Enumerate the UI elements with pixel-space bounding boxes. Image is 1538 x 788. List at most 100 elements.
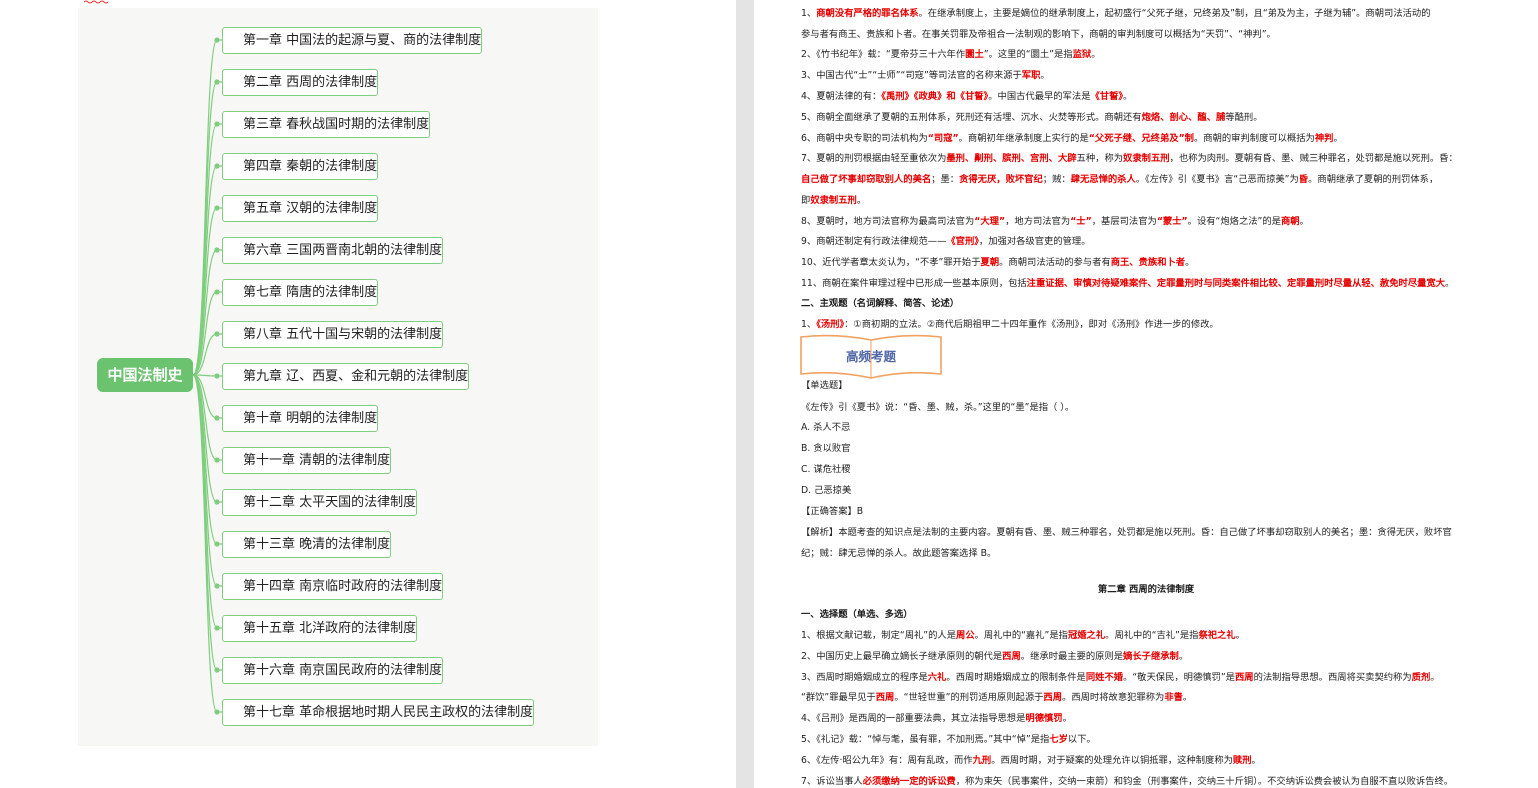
body-text: 。西周时将故意犯罪称为: [1062, 692, 1165, 703]
mindmap-chapter-node[interactable]: 第十三章 晚清的法律制度: [222, 531, 392, 558]
body-text: 。: [1299, 216, 1309, 227]
document-line: A. 杀人不忌: [801, 422, 1501, 434]
body-text: 二、主观题（名词解释、简答、论述）: [801, 298, 960, 309]
mindmap-chapter-node[interactable]: 第三章 春秋战国时期的法律制度: [222, 111, 431, 138]
highlight-text: 商朝没有严格的罪名体系: [816, 8, 919, 19]
body-text: 1、: [801, 319, 817, 330]
body-text: 。: [1178, 651, 1189, 662]
mindmap-chapter-node[interactable]: 第十六章 南京国民政府的法律制度: [222, 657, 444, 684]
document-line: 【解析】本题考查的知识点是法制的主要内容。夏朝有昏、墨、贼三种罪名，处罚都是施以…: [801, 527, 1501, 539]
body-text: 。商朝司法活动的参与者有: [999, 257, 1111, 268]
body-text: 3、中国古代“士”“士师”“司寇”等司法官的名称来源于: [801, 70, 1022, 81]
mindmap-chapter-node[interactable]: 第十七章 革命根据地时期人民民主政权的法律制度: [222, 699, 535, 726]
document-line: 纪；贼：肆无忌惮的杀人。故此题答案选择 B。: [801, 548, 1501, 560]
highlight-text: 西周: [1043, 692, 1063, 703]
mindmap-chapter-node[interactable]: 第七章 隋唐的法律制度: [222, 279, 379, 306]
body-text: ，基层司法官为: [1091, 216, 1157, 227]
document-page: 1、商朝没有严格的罪名体系。在继承制度上，主要是嫡位的继承制度上，起初盛行“父死…: [754, 0, 1538, 788]
body-text: ，地方司法官为: [1005, 216, 1071, 227]
body-text: 7、夏朝的刑罚根据由轻至重依次为: [801, 153, 947, 164]
highlight-text: 神判: [1314, 133, 1334, 144]
mindmap-page: 中国法制史 第一章 中国法的起源与夏、商的法律制度 第二章 西周的法律制度第三章 …: [0, 0, 736, 788]
chapter-2-title: 第二章 西周的法律制度: [1097, 584, 1195, 595]
body-text: 。在继承制度上，主要是嫡位的继承制度上，起初盛行“父死子继，兄终弟及”制，且“弟…: [918, 8, 1431, 19]
body-text: 。: [1040, 70, 1050, 81]
mindmap-connector-dot: [214, 583, 220, 589]
highlight-text: 明德慎罚: [1025, 713, 1063, 724]
highlight-text: 注重证据、审慎对待疑难案件、定罪量刑时与同类案件相比较、定罪量刑时尽量从轻、赦免…: [1026, 278, 1446, 289]
body-text: 1、根据文献记载，制定“周礼”的人是: [801, 630, 957, 641]
body-text: 7、诉讼当事人: [801, 776, 863, 787]
body-text: B. 贪以败官: [801, 443, 851, 454]
mindmap-chapter-node[interactable]: 第六章 三国两晋南北朝的法律制度: [222, 237, 444, 264]
mindmap-connector-dot: [214, 79, 220, 85]
body-text: 。“世轻世重”的刑罚适用原则起源于: [894, 692, 1044, 703]
mindmap-connector-dot: [214, 667, 220, 673]
mindmap-chapter-node[interactable]: 第十一章 清朝的法律制度: [222, 447, 392, 474]
mindmap-chapter-node[interactable]: 第一章 中国法的起源与夏、商的法律制度: [222, 27, 483, 54]
document-line: 7、诉讼当事人必须缴纳一定的诉讼费，称为束矢（民事案件，交纳一束箭）和钧金（刑事…: [801, 776, 1501, 788]
document-line: 5、商朝全面继承了夏朝的五刑体系，死刑还有活埋、沉水、火焚等形式。商朝还有炮烙、…: [801, 112, 1501, 124]
highlight-text: “士”: [1070, 216, 1092, 227]
body-text: 。: [1430, 672, 1440, 683]
mindmap-root-node[interactable]: 中国法制史: [97, 358, 193, 392]
mindmap-chapter-node[interactable]: 第八章 五代十国与宋朝的法律制度: [222, 321, 444, 348]
body-text: A. 杀人不忌: [801, 422, 851, 433]
body-text: 4、夏朝法律的有：: [801, 91, 882, 102]
body-text: 9、商朝还制定有行政法律规范——: [801, 236, 947, 247]
mindmap-chapter-node[interactable]: 第十五章 北洋政府的法律制度: [222, 615, 418, 642]
highlight-text: 军职: [1021, 70, 1041, 81]
body-text: 6、商朝中央专职的司法机构为: [801, 133, 928, 144]
body-text: 。: [1445, 278, 1455, 289]
body-text: 的法制指导思想。西周将买卖契约称为: [1253, 672, 1412, 683]
body-text: ；贼：: [1042, 174, 1071, 185]
document-line: 二、主观题（名词解释、简答、论述）: [801, 298, 1501, 310]
document-line: 9、商朝还制定有行政法律规范——《官刑》，加强对各级官吏的管理。: [801, 236, 1501, 248]
mindmap-connector-dot: [214, 457, 220, 463]
body-text: D. 己恶掠美: [801, 485, 852, 496]
mindmap-connector-dot: [214, 205, 220, 211]
highlight-text: 六礼: [927, 672, 947, 683]
highlight-text: “大理”: [974, 216, 1006, 227]
highlight-text: 周公: [956, 630, 975, 641]
document-line: D. 己恶掠美: [801, 485, 1501, 497]
body-text: 。: [1251, 755, 1261, 766]
body-text: 。: [1333, 133, 1343, 144]
mindmap-connector-dot: [214, 247, 220, 253]
document-line: 【正确答案】B: [801, 506, 1501, 518]
mindmap-connector-dot: [214, 499, 220, 505]
body-text: 5、《礼记》载：“悼与耄，虽有罪，不加刑焉。”其中“悼”是指: [801, 734, 1050, 745]
document-line: 8、夏朝时，地方司法官称为最高司法官为“大理”，地方司法官为“士”，基层司法官为…: [801, 216, 1501, 228]
body-text: 等酷刑。: [1225, 112, 1263, 123]
mindmap-chapter-node[interactable]: 第九章 辽、西夏、金和元朝的法律制度: [222, 363, 470, 390]
mindmap-connector-dot: [214, 289, 220, 295]
body-text: 。“敬天保民，明德慎罚”是: [1123, 672, 1235, 683]
highlight-text: 自己做了坏事却窃取别人的美名: [801, 174, 932, 185]
body-text: 【单选题】: [801, 380, 848, 391]
document-line: 4、夏朝法律的有：《禹刑》《政典》和《甘誓》。中国古代最早的军法是《甘誓》。: [801, 91, 1501, 103]
document-line: 6、《左传·昭公九年》有：周有乱政，而作九刑。西周时期，对于疑案的处理允许以铜抵…: [801, 755, 1501, 767]
highlight-text: 同姓不婚: [1085, 672, 1124, 683]
body-text: 1、: [801, 8, 817, 19]
document-line: 3、中国古代“士”“士师”“司寇”等司法官的名称来源于军职。: [801, 70, 1501, 82]
body-text: 3、西周时期婚姻成立的程序是: [801, 672, 928, 683]
mindmap-chapter-node[interactable]: 第五章 汉朝的法律制度: [222, 195, 379, 222]
mindmap-connector-dot: [214, 331, 220, 337]
document-line: 参与者有商王、贵族和卜者。在事关罚罪及帝祖合一法制观的影响下，商朝的审判制度可以…: [801, 29, 1501, 41]
mindmap-chapter-node[interactable]: 第十章 明朝的法律制度: [222, 405, 379, 432]
mindmap-chapter-node[interactable]: 第四章 秦朝的法律制度: [222, 153, 379, 180]
highlight-text: 贪得无厌，败坏官纪: [959, 174, 1043, 185]
mindmap-connector-dot: [214, 625, 220, 631]
mindmap-chapter-node[interactable]: 第十四章 南京临时政府的法律制度: [222, 573, 444, 600]
highlight-text: 昏: [1298, 174, 1309, 185]
mindmap-connector-dot: [214, 373, 220, 379]
mindmap-connector: [192, 249, 222, 376]
body-text: 参与者有商王、贵族和卜者。在事关罚罪及帝祖合一法制观的影响下，商朝的审判制度可以…: [801, 29, 1276, 40]
mindmap-chapter-node[interactable]: 第十二章 太平天国的法律制度: [222, 489, 418, 516]
document-line: 5、《礼记》载：“悼与耄，虽有罪，不加刑焉。”其中“悼”是指七岁以下。: [801, 734, 1501, 746]
body-text: 。继承时最主要的原则是: [1020, 651, 1124, 662]
highlight-text: 《禹刑》《政典》和《甘誓》: [881, 91, 989, 102]
body-text: 。中国古代最早的军法是: [988, 91, 1091, 102]
highlight-text: 商王、贵族和卜者: [1110, 257, 1186, 268]
mindmap-chapter-node[interactable]: 第二章 西周的法律制度: [222, 69, 379, 96]
